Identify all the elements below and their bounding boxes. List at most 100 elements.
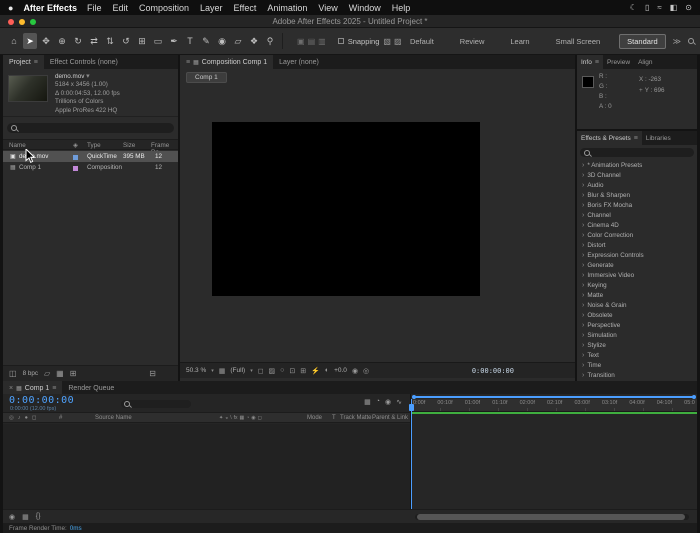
snapping-checkbox[interactable]	[338, 38, 344, 44]
new-composition-icon[interactable]: ▦	[56, 369, 64, 378]
cti-handle[interactable]	[409, 404, 414, 411]
comp-navigator-chip[interactable]: Comp 1	[186, 72, 227, 83]
scrollbar-thumb[interactable]	[417, 514, 685, 520]
column-type[interactable]: Type	[87, 142, 101, 149]
tab-align[interactable]: Align	[634, 55, 656, 69]
preview-timecode[interactable]: 0:00:00:00	[472, 367, 514, 375]
eraser-tool[interactable]: ▱	[231, 33, 245, 49]
snap-to-grid-icon[interactable]: ▧	[383, 37, 391, 46]
pan-behind-tool[interactable]: ⊞	[135, 33, 149, 49]
panel-menu-icon[interactable]: ≡	[186, 59, 190, 66]
menu-item[interactable]: Layer	[200, 3, 223, 13]
menu-item[interactable]: Window	[349, 3, 381, 13]
effects-category[interactable]: ›Color Correction	[577, 230, 697, 240]
layer-list-empty-area[interactable]	[3, 424, 410, 509]
effects-category[interactable]: ›Noise & Grain	[577, 300, 697, 310]
label-color-swatch[interactable]	[73, 166, 78, 171]
menu-item[interactable]: View	[318, 3, 337, 13]
app-menu-title[interactable]: After Effects	[23, 3, 77, 13]
wifi-icon[interactable]: ≈	[657, 3, 661, 12]
composition-mini-flowchart-icon[interactable]: ▦	[364, 398, 371, 406]
effects-category[interactable]: ›3D Channel	[577, 170, 697, 180]
hand-tool[interactable]: ✥	[39, 33, 53, 49]
timeline-horizontal-scrollbar[interactable]	[415, 514, 689, 520]
panel-menu-icon[interactable]: ≡	[34, 59, 38, 66]
current-time-display[interactable]: 0:00:00:00	[9, 395, 74, 406]
project-search-input[interactable]	[7, 123, 174, 133]
select-view-layout-icon[interactable]: ⊞	[300, 367, 306, 375]
effects-category[interactable]: ›Keying	[577, 280, 697, 290]
adjustment-layer-icon[interactable]: ◉	[251, 415, 255, 421]
video-switch-icon[interactable]: ◎	[9, 415, 14, 421]
motion-blur-icon[interactable]: ◔	[246, 415, 249, 421]
column-layer-number[interactable]: #	[59, 415, 62, 421]
timeline-track-area[interactable]	[411, 414, 697, 509]
new-folder-icon[interactable]: ▱	[44, 369, 50, 378]
effects-category[interactable]: ›Transition	[577, 370, 697, 380]
tab-timeline-comp[interactable]: × ▦ Comp 1 ≡	[3, 381, 62, 395]
time-ruler[interactable]: 0:00f00:10f01:00f01:10f02:00f02:10f03:00…	[411, 399, 697, 412]
tab-render-queue[interactable]: Render Queue	[62, 381, 120, 395]
expand-layer-switches-icon[interactable]: ◉	[9, 513, 15, 521]
effects-category[interactable]: ›Channel	[577, 210, 697, 220]
effects-category[interactable]: ›Stylize	[577, 340, 697, 350]
workspace-small-screen[interactable]: Small Screen	[549, 35, 608, 48]
effects-category[interactable]: ›Expression Controls	[577, 250, 697, 260]
tab-layer[interactable]: Layer (none)	[273, 55, 325, 69]
zoom-tool[interactable]: ⊕	[55, 33, 69, 49]
time-navigator-track[interactable]	[413, 396, 695, 398]
effects-category[interactable]: ›Generate	[577, 260, 697, 270]
world-axis-icon[interactable]: ▤	[308, 37, 316, 46]
frame-blend-icon[interactable]: ▦	[240, 415, 245, 421]
workspace-overflow-icon[interactable]: ≫	[673, 37, 681, 46]
tab-effect-controls[interactable]: Effect Controls (none)	[44, 55, 124, 69]
menu-item[interactable]: Help	[392, 3, 411, 13]
panel-menu-icon[interactable]: ≡	[634, 135, 638, 142]
effects-category[interactable]: ›Text	[577, 350, 697, 360]
control-center-icon[interactable]: ◧	[670, 3, 678, 12]
region-of-interest-icon[interactable]: ◻	[258, 367, 264, 375]
solo-switch-icon[interactable]: ●	[25, 415, 28, 421]
label-color-swatch[interactable]	[73, 155, 78, 160]
menu-item[interactable]: Composition	[139, 3, 189, 13]
fast-previews-icon[interactable]: ⚡	[311, 367, 320, 375]
effects-category[interactable]: ›Distort	[577, 240, 697, 250]
pen-tool[interactable]: ✒	[167, 33, 181, 49]
current-time-indicator[interactable]	[411, 399, 412, 509]
column-mode[interactable]: Mode	[307, 415, 322, 421]
quality-icon[interactable]: \	[230, 415, 231, 421]
effects-category[interactable]: ›Simulation	[577, 330, 697, 340]
interpret-footage-icon[interactable]: ◫	[9, 369, 17, 378]
dark-mode-icon[interactable]: ☾	[630, 3, 637, 12]
orbit-tool[interactable]: ↻	[71, 33, 85, 49]
shy-icon[interactable]: ✦	[219, 415, 223, 421]
effects-category[interactable]: ›Perspective	[577, 320, 697, 330]
tab-info[interactable]: Info ≡	[577, 55, 603, 69]
selection-tool[interactable]: ➤	[23, 33, 37, 49]
siri-icon[interactable]: ⊙	[685, 3, 692, 12]
workspace-learn[interactable]: Learn	[503, 35, 536, 48]
tab-composition[interactable]: ≡ ▦ Composition Comp 1	[180, 55, 273, 69]
column-name[interactable]: Name	[9, 142, 26, 149]
workspace-standard[interactable]: Standard	[619, 34, 665, 49]
delete-icon[interactable]: ⊟	[149, 369, 156, 378]
time-navigator-bar[interactable]	[413, 395, 695, 398]
view-axis-icon[interactable]: ▥	[318, 37, 326, 46]
local-axis-icon[interactable]: ▣	[297, 37, 305, 46]
collapse-transformations-icon[interactable]: ◒	[225, 415, 228, 421]
effects-category[interactable]: ›Time	[577, 360, 697, 370]
column-track-matte[interactable]: Track Matte	[340, 415, 371, 421]
3d-layer-icon[interactable]: ◻	[258, 415, 262, 421]
effects-category[interactable]: ›Audio	[577, 180, 697, 190]
column-source-name[interactable]: Source Name	[95, 415, 132, 421]
shape-tool[interactable]: ▭	[151, 33, 165, 49]
effects-category[interactable]: ›* Animation Presets	[577, 160, 697, 170]
effects-category[interactable]: ›Matte	[577, 290, 697, 300]
menu-item[interactable]: Effect	[234, 3, 257, 13]
show-snapshot-icon[interactable]: ◎	[363, 367, 369, 375]
workspace-search-icon[interactable]	[688, 38, 694, 44]
workspace-default[interactable]: Default	[403, 35, 441, 48]
lock-switch-icon[interactable]: ◻	[32, 415, 37, 421]
effects-search-input[interactable]	[580, 148, 694, 157]
tab-libraries[interactable]: Libraries	[642, 131, 675, 145]
